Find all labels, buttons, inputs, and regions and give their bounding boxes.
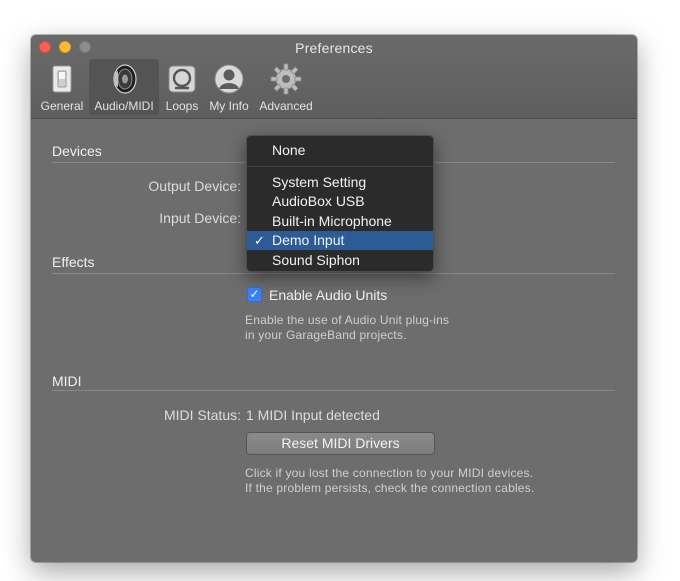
tab-label: General [40,99,84,113]
menu-item-label: Built-in Microphone [272,213,392,229]
menu-item-label: Sound Siphon [272,252,360,268]
switch-icon [52,65,72,93]
tab-label: My Info [209,99,249,113]
midi-status-value: 1 MIDI Input detected [246,407,380,423]
menu-item-sound-siphon[interactable]: Sound Siphon [247,251,433,270]
effects-section-title: Effects [52,254,95,270]
speaker-icon [113,64,137,94]
enable-audio-units-label[interactable]: Enable Audio Units [269,287,387,303]
preferences-window: Preferences General Audio/MIDI Loops My … [31,35,637,562]
tab-label: Audio/MIDI [94,99,154,113]
menu-item-built-in-microphone[interactable]: Built-in Microphone [247,212,433,231]
tab-my-info[interactable]: My Info [206,59,252,115]
tab-advanced[interactable]: Advanced [256,59,316,115]
reset-midi-drivers-button[interactable]: Reset MIDI Drivers [246,432,435,455]
midi-divider [52,390,615,391]
tab-loops[interactable]: Loops [162,59,202,115]
audio-units-help-line-2: in your GarageBand projects. [245,328,407,342]
tab-audio-midi[interactable]: Audio/MIDI [89,59,159,115]
output-device-label: Output Device: [148,178,241,194]
menu-item-label: Demo Input [272,232,345,248]
checkmark-icon: ✓ [254,233,265,248]
effects-divider [52,273,615,274]
menu-item-label: AudioBox USB [272,193,365,209]
window-title: Preferences [295,40,373,56]
tab-general[interactable]: General [37,59,87,115]
menu-item-audiobox-usb[interactable]: AudioBox USB [247,192,433,211]
menu-item-system-setting[interactable]: System Setting [247,173,433,192]
midi-status-label: MIDI Status: [163,407,241,423]
menu-item-demo-input[interactable]: ✓ Demo Input [247,231,433,250]
loops-icon [168,65,196,93]
tab-label: Loops [165,99,199,113]
menu-item-label: System Setting [272,174,367,190]
person-icon [214,64,244,94]
menu-separator [247,166,433,167]
devices-section-title: Devices [52,143,102,159]
input-device-menu: None System Setting AudioBox USB Built-i… [246,135,434,272]
midi-section-title: MIDI [52,373,82,389]
title-bar: Preferences General Audio/MIDI Loops My … [31,35,637,119]
audio-units-help-line-1: Enable the use of Audio Unit plug-ins [245,313,450,327]
menu-item-label: None [272,142,306,158]
menu-item-none[interactable]: None [247,141,433,160]
midi-help-line-1: Click if you lost the connection to your… [245,466,534,480]
enable-audio-units-checkbox[interactable]: ✓ [247,287,262,302]
tab-label: Advanced [259,99,313,113]
midi-help-line-2: If the problem persists, check the conne… [245,481,535,495]
gear-icon [270,63,302,95]
input-device-label: Input Device: [159,210,241,226]
